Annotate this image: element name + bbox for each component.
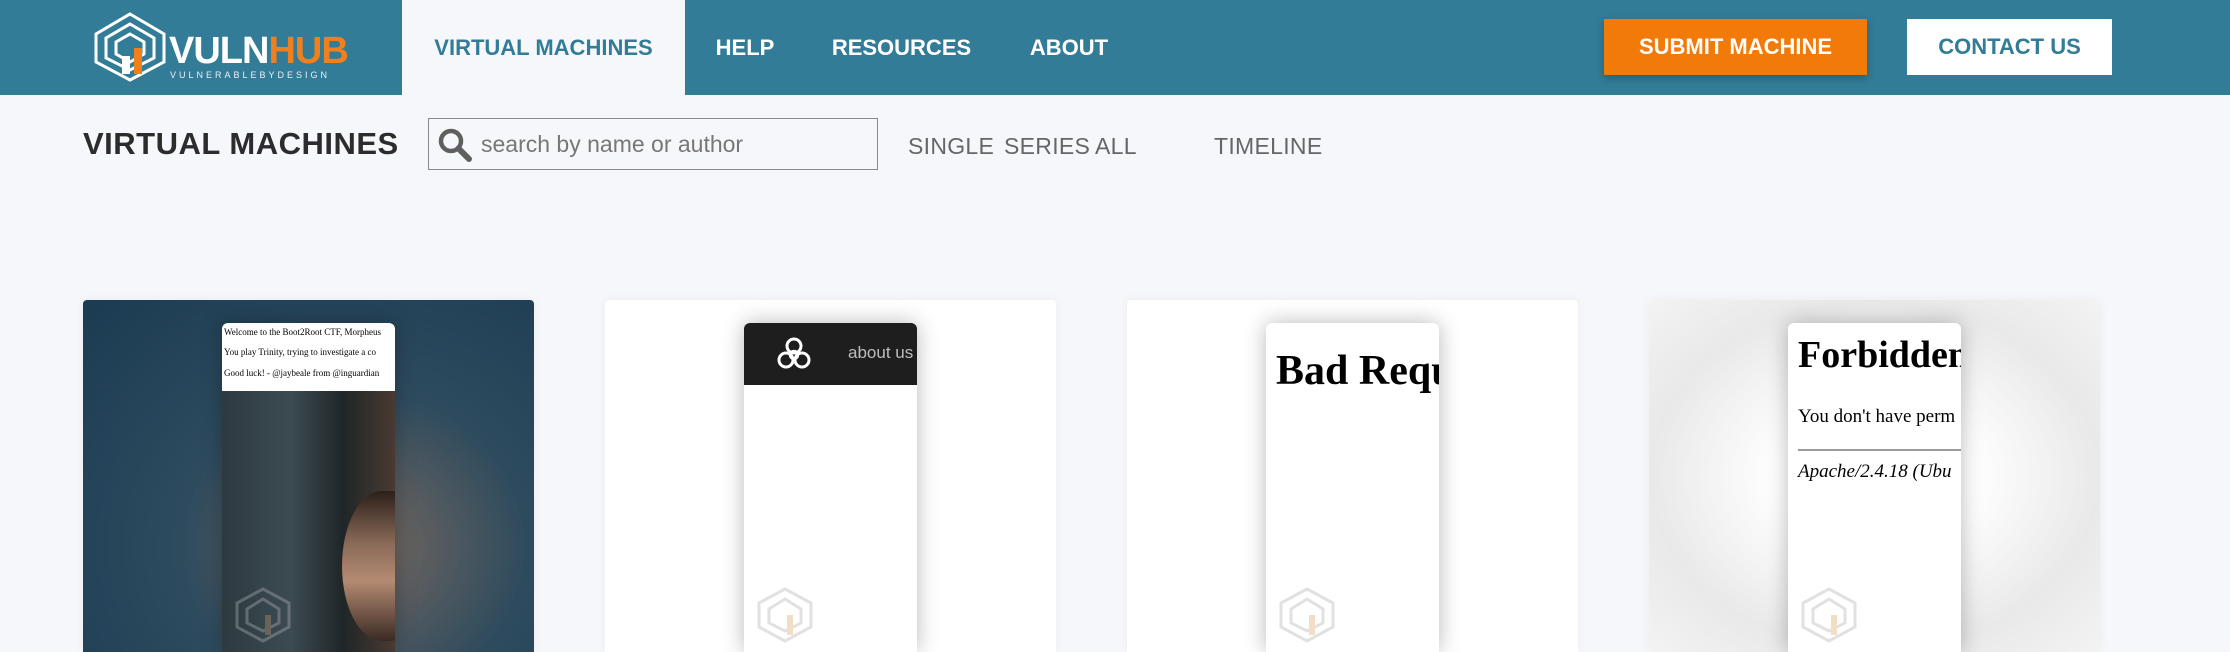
nav-about[interactable]: ABOUT (1016, 0, 1122, 95)
contact-us-button[interactable]: CONTACT US (1907, 19, 2112, 75)
preview-divider (1798, 449, 1961, 451)
preview-line: Welcome to the Boot2Root CTF, Morpheus (224, 327, 382, 337)
page-title: VIRTUAL MACHINES (83, 126, 399, 161)
filter-single[interactable]: SINGLE (908, 133, 994, 160)
vulnhub-watermark-icon (1279, 587, 1335, 643)
nav-resources[interactable]: RESOURCES (820, 0, 983, 95)
logo-wordmark: VULNHUB (169, 30, 349, 72)
vulnhub-watermark-icon (757, 587, 813, 643)
search-box[interactable] (428, 118, 878, 170)
search-input[interactable] (481, 119, 871, 169)
filter-timeline[interactable]: TIMELINE (1214, 133, 1322, 160)
top-navigation-bar: VULNHUB VULNERABLEBYDESIGN VIRTUAL MACHI… (0, 0, 2230, 95)
filter-series[interactable]: SERIES (1004, 133, 1090, 160)
preview-heading: Forbidden (1798, 334, 1961, 376)
machine-card[interactable]: Forbidden You don't have perm Apache/2.4… (1649, 300, 2100, 652)
vulnhub-watermark-icon (1801, 587, 1857, 643)
nav-help[interactable]: HELP (700, 0, 790, 95)
filter-all[interactable]: ALL (1095, 133, 1137, 160)
vulnhub-watermark-icon (235, 587, 291, 643)
logo-word-hub: HUB (268, 30, 348, 72)
preview-line: Good luck! - @jaybeale from @inguardian (224, 368, 380, 378)
machine-card[interactable]: Bad Requ (1127, 300, 1578, 652)
logo-word-vuln: VULN (169, 30, 269, 72)
logo-cube-icon (94, 12, 166, 82)
biohazard-icon (777, 337, 811, 369)
nav-virtual-machines[interactable]: VIRTUAL MACHINES (402, 0, 685, 95)
preview-heading: Bad Requ (1276, 348, 1439, 394)
submit-machine-button[interactable]: SUBMIT MACHINE (1604, 19, 1867, 75)
logo-tagline: VULNERABLEBYDESIGN (170, 70, 331, 80)
search-icon (438, 128, 472, 162)
preview-server-signature: Apache/2.4.18 (Ubu (1798, 461, 1952, 482)
preview-nav-about: about us (848, 343, 914, 362)
preview-message: You don't have perm (1798, 406, 1956, 427)
machine-card[interactable]: Welcome to the Boot2Root CTF, Morpheus Y… (83, 300, 534, 652)
machine-card[interactable]: about us (605, 300, 1056, 652)
preview-navbar: about us (744, 323, 917, 385)
vulnhub-logo[interactable]: VULNHUB VULNERABLEBYDESIGN (94, 12, 349, 82)
preview-portrait (342, 491, 395, 641)
preview-line: You play Trinity, trying to investigate … (224, 347, 377, 357)
